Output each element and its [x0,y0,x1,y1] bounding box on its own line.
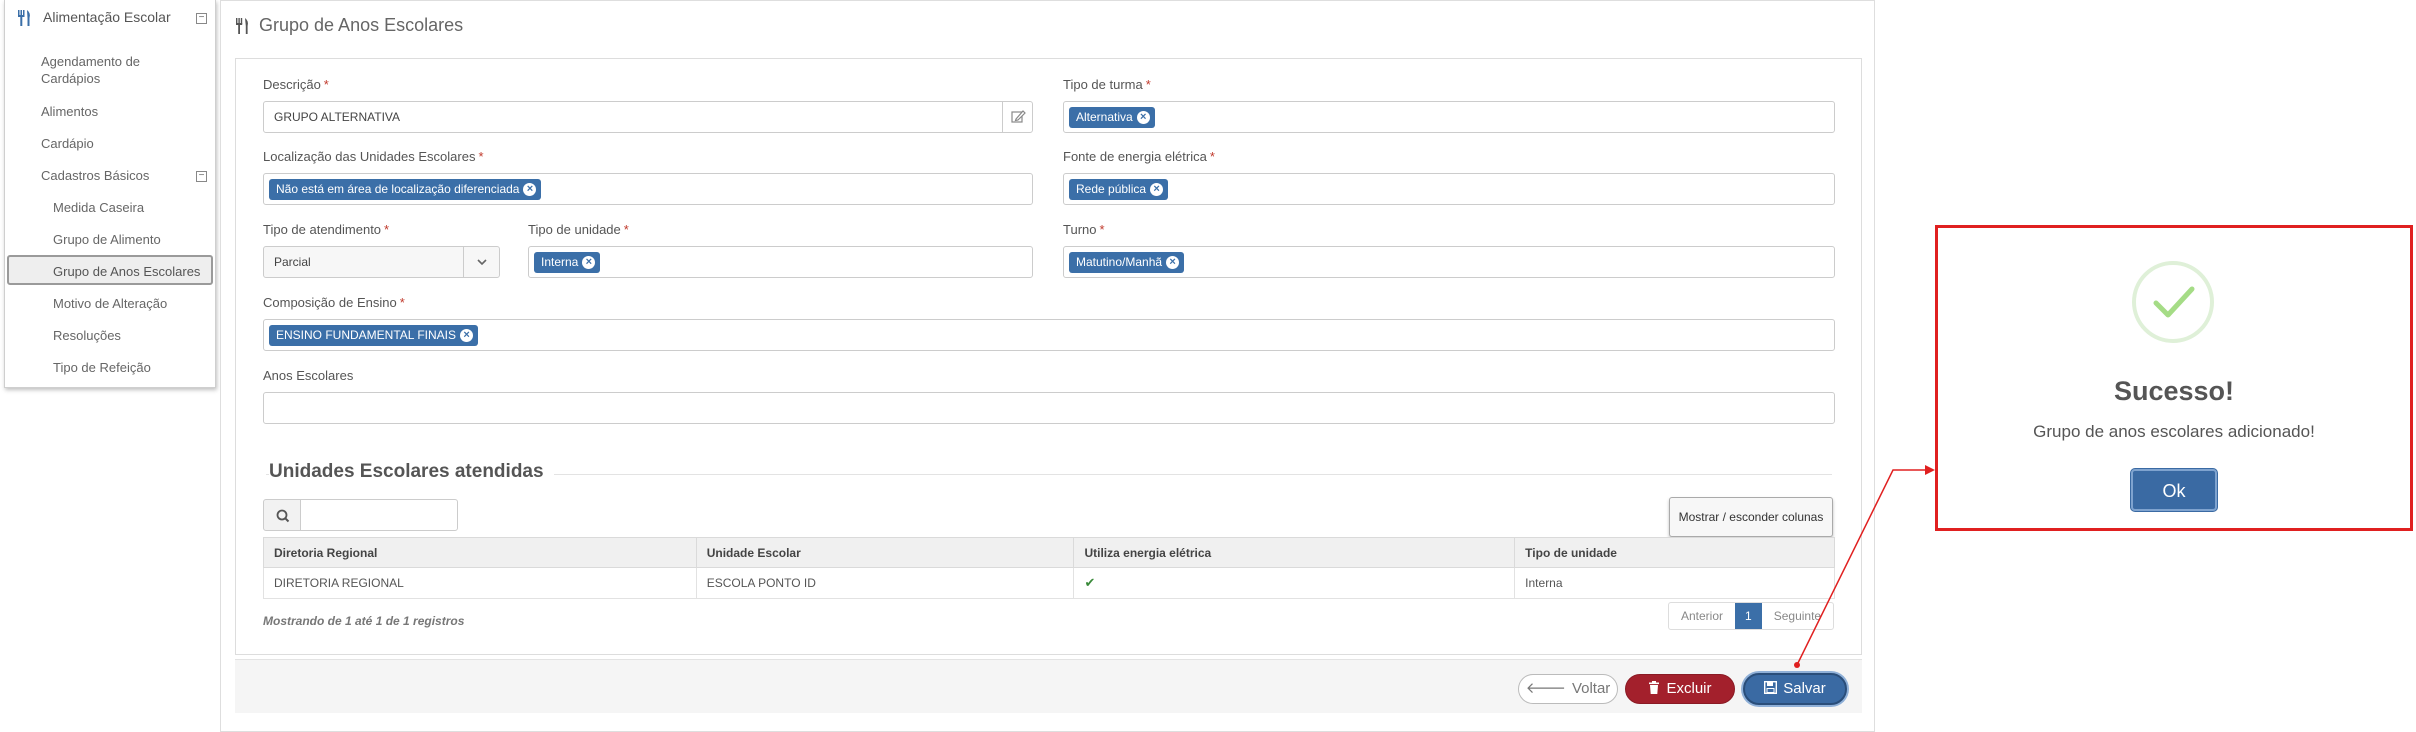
pager-next[interactable]: Seguinte [1762,603,1833,629]
composicao-label: Composição de Ensino * [263,295,405,310]
pager-current[interactable]: 1 [1735,603,1762,629]
page-title: Grupo de Anos Escolares [259,15,464,35]
table-row[interactable]: DIRETORIA REGIONAL ESCOLA PONTO ID ✔ Int… [263,567,1835,599]
check-icon: ✔ [1084,575,1096,590]
edit-icon[interactable] [1002,102,1032,132]
remove-tag-icon[interactable]: × [1166,256,1180,269]
sidebar-item-alimentos[interactable]: Alimentos [41,103,98,120]
pager-prev[interactable]: Anterior [1669,603,1735,629]
collapse-icon[interactable]: − [196,13,207,24]
dialog-message: Grupo de anos escolares adicionado! [2033,422,2315,441]
cutlery-icon [15,9,33,27]
tipo-unidade-field[interactable]: Interna × [528,246,1033,278]
sidebar: Alimentação Escolar − Agendamento de Car… [4,0,216,388]
tipo-turma-field[interactable]: Alternativa × [1063,101,1835,133]
column-header[interactable]: Utiliza energia elétrica [1073,537,1516,568]
tipo-unidade-tag: Interna × [534,252,601,273]
sidebar-item-cadastros-basicos[interactable]: Cadastros Básicos [41,167,149,184]
delete-button[interactable]: Excluir [1625,674,1735,704]
remove-tag-icon[interactable]: × [460,329,474,342]
section-title: Unidades Escolares atendidas [269,461,554,483]
table-info: Mostrando de 1 até 1 de 1 registros [263,614,465,628]
turno-label: Turno * [1063,222,1105,237]
composicao-tag: ENSINO FUNDAMENTAL FINAIS × [269,325,479,346]
table-cell: ESCOLA PONTO ID [695,567,1075,599]
table-header-row: Diretoria Regional Unidade Escolar Utili… [263,537,1835,568]
table-search [263,499,463,531]
remove-tag-icon[interactable]: × [523,183,537,196]
localizacao-tag: Não está em área de localização diferenc… [269,179,542,200]
sidebar-item-grupo-anos-escolares[interactable]: Grupo de Anos Escolares [53,263,200,280]
table-cell-check: ✔ [1073,567,1516,599]
turno-tag: Matutino/Manhã × [1069,252,1185,273]
descricao-label: Descrição * [263,77,329,92]
composicao-field[interactable]: ENSINO FUNDAMENTAL FINAIS × [263,319,1835,351]
tipo-turma-label: Tipo de turma * [1063,77,1151,92]
save-button[interactable]: Salvar [1743,673,1847,705]
search-input[interactable] [300,499,458,531]
fonte-energia-label: Fonte de energia elétrica * [1063,149,1215,164]
descricao-value: GRUPO ALTERNATIVA [274,110,401,124]
trash-icon [1648,675,1660,703]
sidebar-item-motivo-alteracao[interactable]: Motivo de Alteração [53,295,167,312]
main-panel: Grupo de Anos Escolares Descrição * GRUPO… [220,0,1875,732]
localizacao-field[interactable]: Não está em área de localização diferenc… [263,173,1033,205]
column-header[interactable]: Diretoria Regional [263,537,697,568]
unidades-table: Diretoria Regional Unidade Escolar Utili… [263,537,1835,599]
tipo-unidade-label: Tipo de unidade * [528,222,629,237]
floppy-icon [1764,675,1778,703]
back-button[interactable]: 🡐 Voltar [1518,674,1618,704]
localizacao-label: Localização das Unidades Escolares * [263,149,484,164]
success-check-icon [2132,261,2214,343]
fonte-energia-tag: Rede pública × [1069,179,1169,200]
toggle-columns-button[interactable]: Mostrar / esconder colunas [1669,497,1833,537]
arrow-left-icon: 🡐 [1525,680,1566,697]
sidebar-item-medida-caseira[interactable]: Medida Caseira [53,199,144,216]
remove-tag-icon[interactable]: × [1136,111,1150,124]
column-header[interactable]: Unidade Escolar [695,537,1075,568]
turno-field[interactable]: Matutino/Manhã × [1063,246,1835,278]
tipo-turma-tag: Alternativa × [1069,107,1155,128]
remove-tag-icon[interactable]: × [582,256,596,269]
actions-bar [235,659,1862,713]
sidebar-item-agendamento[interactable]: Agendamento de Cardápios [41,53,191,87]
table-cell: Interna [1514,567,1835,599]
sidebar-module-title: Alimentação Escolar [43,9,171,25]
remove-tag-icon[interactable]: × [1150,183,1164,196]
cutlery-icon [235,17,251,35]
sidebar-item-cardapio[interactable]: Cardápio [41,135,94,152]
anos-escolares-label: Anos Escolares [263,368,354,383]
column-header[interactable]: Tipo de unidade [1514,537,1835,568]
descricao-field[interactable]: GRUPO ALTERNATIVA [263,101,1033,133]
collapse-icon[interactable]: − [196,171,207,182]
form-panel: Descrição * GRUPO ALTERNATIVA Tipo de tur… [235,58,1862,655]
anos-escolares-field[interactable] [263,392,1835,424]
sidebar-item-resolucoes[interactable]: Resoluções [53,327,121,344]
sidebar-module-header[interactable]: Alimentação Escolar − [5,0,217,36]
table-cell: DIRETORIA REGIONAL [263,567,697,599]
pagination: Anterior 1 Seguinte [1668,602,1834,630]
ok-button[interactable]: Ok [2131,469,2217,511]
fonte-energia-field[interactable]: Rede pública × [1063,173,1835,205]
search-icon [263,499,301,531]
sidebar-item-grupo-alimento[interactable]: Grupo de Alimento [53,231,161,248]
dialog-title: Sucesso! [2113,376,2235,406]
tipo-atendimento-value: Parcial [274,255,311,269]
tipo-atendimento-label: Tipo de atendimento * [263,222,390,237]
tipo-atendimento-select[interactable]: Parcial [263,246,500,278]
sidebar-item-tipo-refeicao[interactable]: Tipo de Refeição [53,359,151,376]
chevron-down-icon[interactable] [463,247,499,277]
success-dialog: Sucesso! Grupo de anos escolares adicion… [1935,225,2413,531]
